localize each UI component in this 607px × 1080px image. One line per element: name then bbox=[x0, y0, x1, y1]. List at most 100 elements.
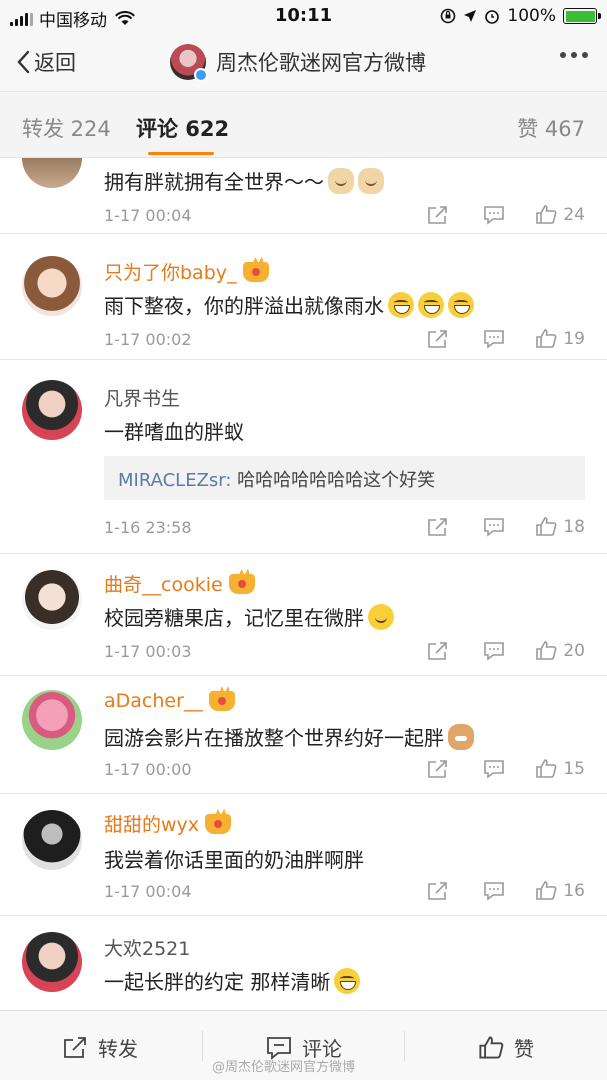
alarm-icon bbox=[485, 10, 500, 24]
comment-author[interactable]: 甜甜的wyx bbox=[104, 810, 232, 837]
tab-like[interactable]: 赞 467 bbox=[517, 113, 585, 143]
thumbs-up-icon bbox=[536, 205, 557, 224]
battery-icon bbox=[563, 8, 601, 24]
comment-text: 校园旁糖果店，记忆里在微胖 bbox=[104, 602, 394, 631]
like-button[interactable]: 19 bbox=[535, 328, 585, 349]
like-button[interactable]: 赞 bbox=[478, 1033, 534, 1062]
like-count: 15 bbox=[563, 758, 585, 779]
comment-item: 凡界书生 一群嗜血的胖蚁 MIRACLEZsr: 哈哈哈哈哈哈哈这个好笑 1-1… bbox=[0, 360, 607, 554]
share-button[interactable] bbox=[427, 329, 449, 349]
reply-button[interactable] bbox=[483, 759, 505, 779]
comment-text: 拥有胖就拥有全世界～～ bbox=[104, 166, 384, 195]
like-count: 16 bbox=[563, 880, 585, 901]
comment-text: 园游会影片在播放整个世界约好一起胖 bbox=[104, 722, 474, 751]
reply-button[interactable] bbox=[483, 517, 505, 537]
laugh-cry-icon bbox=[448, 291, 474, 318]
dog-icon bbox=[328, 167, 354, 194]
thumbs-up-icon bbox=[536, 641, 557, 660]
like-count: 18 bbox=[563, 516, 585, 537]
share-button[interactable] bbox=[427, 641, 449, 661]
comment-author[interactable]: aDacher__ bbox=[104, 690, 235, 712]
share-icon bbox=[428, 759, 448, 778]
comment-list[interactable]: 拥有胖就拥有全世界～～ 1-17 00:04 24 只为了你baby_ 雨下整夜… bbox=[0, 158, 607, 1010]
comment-author[interactable]: 大欢2521 bbox=[104, 934, 190, 961]
verified-badge-icon bbox=[194, 68, 208, 82]
avatar[interactable] bbox=[22, 256, 82, 316]
comment-icon bbox=[484, 205, 505, 225]
more-icon[interactable] bbox=[559, 51, 589, 59]
comment-author[interactable]: 曲奇__cookie bbox=[104, 570, 255, 597]
profile-header[interactable]: 周杰伦歌迷网官方微博 bbox=[170, 44, 426, 82]
repost-button[interactable]: 转发 bbox=[62, 1033, 138, 1062]
reply-button[interactable] bbox=[483, 329, 505, 349]
like-button[interactable]: 15 bbox=[535, 758, 585, 779]
battery-percent: 100% bbox=[507, 6, 556, 26]
navigation-bar: 返回 周杰伦歌迷网官方微博 bbox=[0, 34, 607, 92]
comment-item: aDacher__ 园游会影片在播放整个世界约好一起胖 1-17 00:00 1… bbox=[0, 676, 607, 794]
like-button[interactable]: 16 bbox=[535, 880, 585, 901]
comment-item: 大欢2521 一起长胖的约定 那样清晰 bbox=[0, 916, 607, 1010]
vip-crown-icon bbox=[242, 261, 269, 282]
status-bar: 中国移动 10:11 100% bbox=[0, 0, 607, 34]
comment-icon bbox=[484, 881, 505, 901]
tab-bar: 转发 224 评论 622 赞 467 bbox=[0, 92, 607, 158]
like-button[interactable]: 24 bbox=[535, 204, 585, 225]
smile-icon bbox=[368, 603, 394, 630]
share-button[interactable] bbox=[427, 881, 449, 901]
back-button[interactable]: 返回 bbox=[16, 47, 76, 77]
share-button[interactable] bbox=[427, 759, 449, 779]
location-icon bbox=[464, 10, 477, 22]
avatar bbox=[170, 44, 208, 82]
rotation-lock-icon bbox=[441, 8, 456, 24]
like-label: 赞 bbox=[514, 1037, 534, 1061]
vip-crown-icon bbox=[208, 691, 235, 711]
thumbs-up-icon bbox=[479, 1036, 504, 1059]
dog-icon bbox=[358, 167, 384, 194]
like-count: 24 bbox=[563, 204, 585, 225]
divider bbox=[202, 1031, 203, 1061]
like-count: 20 bbox=[563, 640, 585, 661]
comment-time: 1-16 23:58 bbox=[104, 518, 192, 537]
reply-button[interactable] bbox=[483, 881, 505, 901]
quoted-author[interactable]: MIRACLEZsr: bbox=[118, 470, 231, 491]
avatar[interactable] bbox=[22, 570, 82, 630]
tab-comment[interactable]: 评论 622 bbox=[136, 113, 229, 143]
avatar[interactable] bbox=[22, 932, 82, 992]
laugh-cry-icon bbox=[388, 291, 414, 318]
avatar[interactable] bbox=[22, 380, 82, 440]
comment-text: 雨下整夜，你的胖溢出就像雨水 bbox=[104, 290, 474, 319]
quoted-text: 哈哈哈哈哈哈哈这个好笑 bbox=[231, 470, 436, 491]
reply-button[interactable] bbox=[483, 205, 505, 225]
back-label: 返回 bbox=[34, 51, 76, 75]
repost-label: 转发 bbox=[98, 1037, 138, 1061]
comment-item: 拥有胖就拥有全世界～～ 1-17 00:04 24 bbox=[0, 158, 607, 234]
quoted-reply[interactable]: MIRACLEZsr: 哈哈哈哈哈哈哈这个好笑 bbox=[104, 456, 585, 500]
tab-repost[interactable]: 转发 224 bbox=[22, 113, 111, 143]
comment-time: 1-17 00:03 bbox=[104, 642, 192, 661]
share-button[interactable] bbox=[427, 205, 449, 225]
like-button[interactable]: 18 bbox=[535, 516, 585, 537]
avatar[interactable] bbox=[22, 158, 82, 188]
comment-text: 一起长胖的约定 那样清晰 bbox=[104, 966, 361, 995]
comment-item: 只为了你baby_ 雨下整夜，你的胖溢出就像雨水 1-17 00:02 19 bbox=[0, 234, 607, 360]
avatar[interactable] bbox=[22, 690, 82, 750]
share-button[interactable] bbox=[427, 517, 449, 537]
avatar[interactable] bbox=[22, 810, 82, 870]
comment-author[interactable]: 凡界书生 bbox=[104, 384, 180, 411]
page-title: 周杰伦歌迷网官方微博 bbox=[216, 51, 426, 75]
comment-time: 1-17 00:04 bbox=[104, 206, 192, 225]
comment-icon bbox=[484, 759, 505, 779]
share-icon bbox=[428, 329, 448, 348]
active-tab-indicator bbox=[148, 152, 214, 155]
comment-item: 甜甜的wyx 我尝着你话里面的奶油胖啊胖 1-17 00:04 16 bbox=[0, 794, 607, 916]
reply-button[interactable] bbox=[483, 641, 505, 661]
comment-time: 1-17 00:02 bbox=[104, 330, 192, 349]
comment-text: 我尝着你话里面的奶油胖啊胖 bbox=[104, 848, 364, 872]
like-count: 19 bbox=[563, 328, 585, 349]
like-button[interactable]: 20 bbox=[535, 640, 585, 661]
share-icon bbox=[428, 517, 448, 536]
comment-time: 1-17 00:04 bbox=[104, 882, 192, 901]
comment-author[interactable]: 只为了你baby_ bbox=[104, 258, 269, 285]
thumbs-up-icon bbox=[536, 517, 557, 536]
share-icon bbox=[428, 641, 448, 660]
